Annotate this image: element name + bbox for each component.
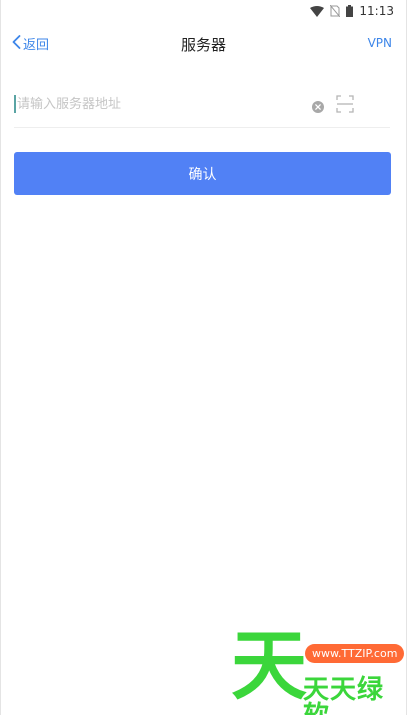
server-address-row bbox=[14, 84, 390, 128]
page-title: 服务器 bbox=[180, 36, 226, 54]
watermark-big-char: 天 bbox=[231, 621, 307, 710]
wifi-icon bbox=[310, 5, 325, 17]
confirm-button[interactable]: 确认 bbox=[14, 152, 391, 195]
nav-bar: 返回 服务器 VPN bbox=[1, 26, 406, 66]
scan-icon[interactable] bbox=[336, 95, 354, 117]
server-address-input[interactable] bbox=[17, 90, 297, 118]
server-settings-screen: 11:13 返回 服务器 VPN 确认 天 www.TTZIP.com 天天绿软 bbox=[0, 0, 407, 715]
clear-circle-icon[interactable] bbox=[312, 98, 324, 117]
status-time: 11:13 bbox=[359, 4, 394, 18]
watermark-url-badge: www.TTZIP.com bbox=[305, 644, 405, 663]
status-icons: 11:13 bbox=[310, 4, 394, 18]
battery-icon bbox=[346, 5, 354, 17]
vpn-link[interactable]: VPN bbox=[368, 36, 392, 50]
watermark-logo: 天 www.TTZIP.com 天天绿软 bbox=[227, 628, 406, 715]
watermark-brand: 天天绿软 bbox=[303, 675, 385, 715]
text-caret bbox=[14, 95, 16, 113]
no-sim-icon bbox=[330, 5, 341, 17]
status-bar: 11:13 bbox=[1, 0, 406, 24]
